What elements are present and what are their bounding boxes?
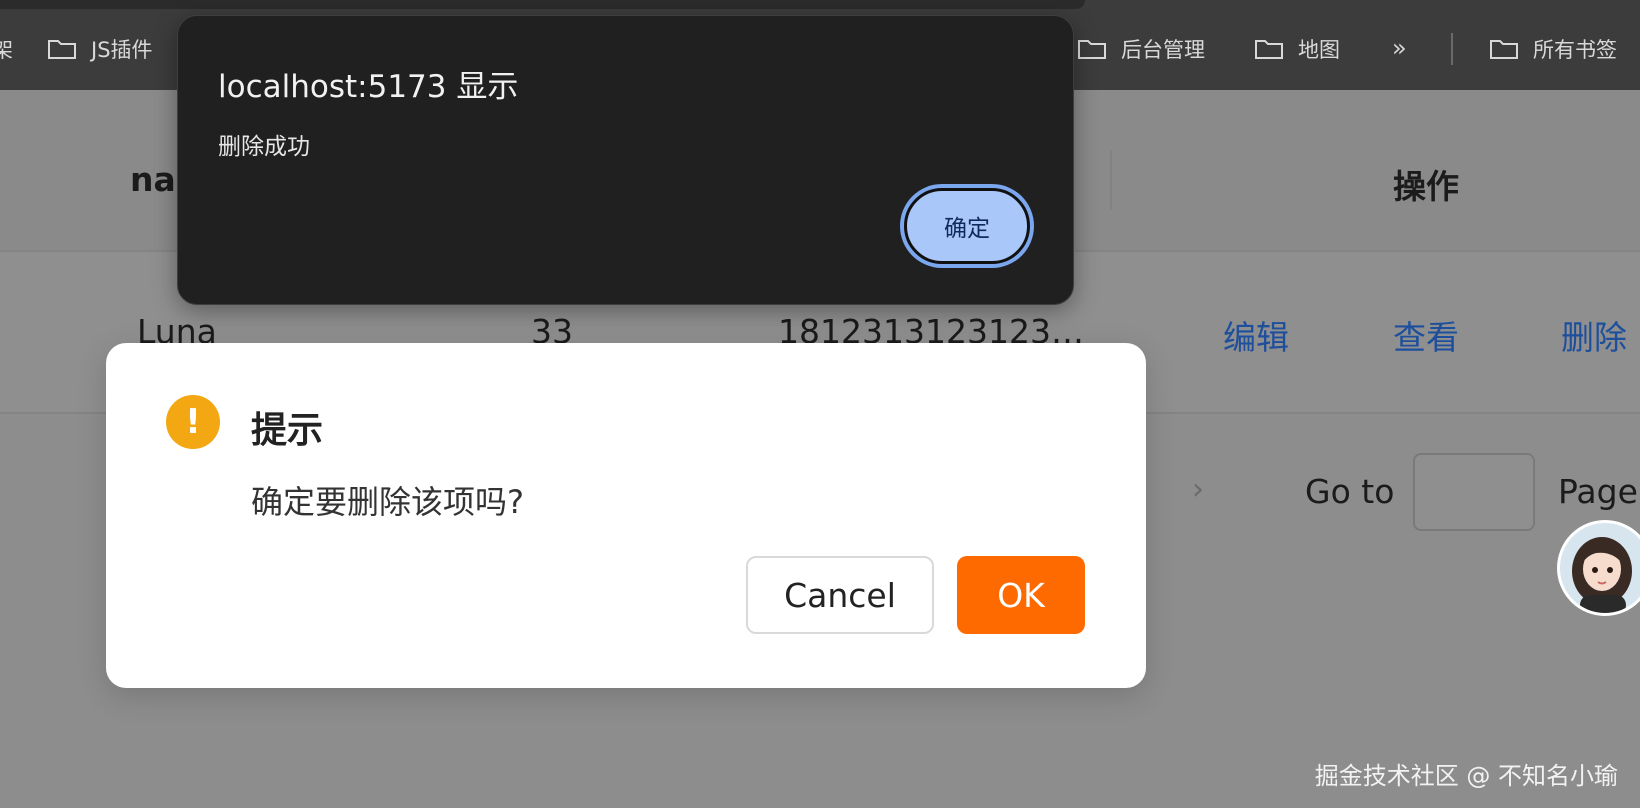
bookmark-folder-admin[interactable]: 后台管理 [1077, 33, 1205, 65]
confirm-message-box: ! 提示 确定要删除该项吗? Cancel OK [106, 343, 1146, 688]
message-box-text: 确定要删除该项吗? [251, 483, 524, 521]
folder-icon [1078, 40, 1106, 59]
edit-link[interactable]: 编辑 [1223, 311, 1289, 359]
column-header-actions: 操作 [1393, 167, 1459, 206]
next-page-button[interactable]: › [1192, 472, 1204, 507]
alert-title: localhost:5173 显示 [218, 69, 519, 105]
bookmark-label: 后台管理 [1121, 38, 1205, 62]
folder-icon [1255, 40, 1283, 59]
assistant-avatar[interactable] [1557, 520, 1640, 616]
message-box-title: 提示 [251, 410, 324, 451]
folder-icon [1490, 40, 1518, 59]
goto-page-input[interactable] [1413, 453, 1535, 531]
tab-strip [0, 0, 1085, 9]
bookmarks-divider [1451, 33, 1453, 65]
page-label: Page [1558, 472, 1638, 511]
bookmark-label: 地图 [1298, 38, 1340, 62]
view-link[interactable]: 查看 [1393, 311, 1459, 359]
alert-ok-button[interactable]: 确定 [904, 188, 1030, 264]
browser-alert-dialog: localhost:5173 显示 删除成功 确定 [177, 15, 1074, 305]
goto-label: Go to [1305, 472, 1395, 511]
bookmark-folder-all[interactable]: 所有书签 [1489, 33, 1617, 65]
bookmark-folder-frameworks[interactable]: 架 [0, 33, 13, 65]
folder-icon [48, 40, 76, 59]
column-divider [1110, 150, 1112, 210]
bookmark-folder-js-plugins[interactable]: JS插件 [47, 33, 153, 65]
bookmarks-overflow-button[interactable]: » [1392, 34, 1407, 62]
ok-button[interactable]: OK [957, 556, 1085, 634]
watermark: 掘金技术社区 @ 不知名小瑜 [1314, 762, 1618, 790]
cancel-button[interactable]: Cancel [746, 556, 934, 634]
bookmark-folder-maps[interactable]: 地图 [1254, 33, 1340, 65]
bookmark-label: JS插件 [91, 38, 153, 62]
bookmark-label: 架 [0, 38, 13, 62]
alert-message: 删除成功 [218, 134, 310, 160]
bookmark-label: 所有书签 [1533, 38, 1617, 62]
avatar-icon [1572, 537, 1632, 613]
warning-icon: ! [166, 395, 220, 449]
delete-link[interactable]: 删除 [1561, 311, 1627, 359]
